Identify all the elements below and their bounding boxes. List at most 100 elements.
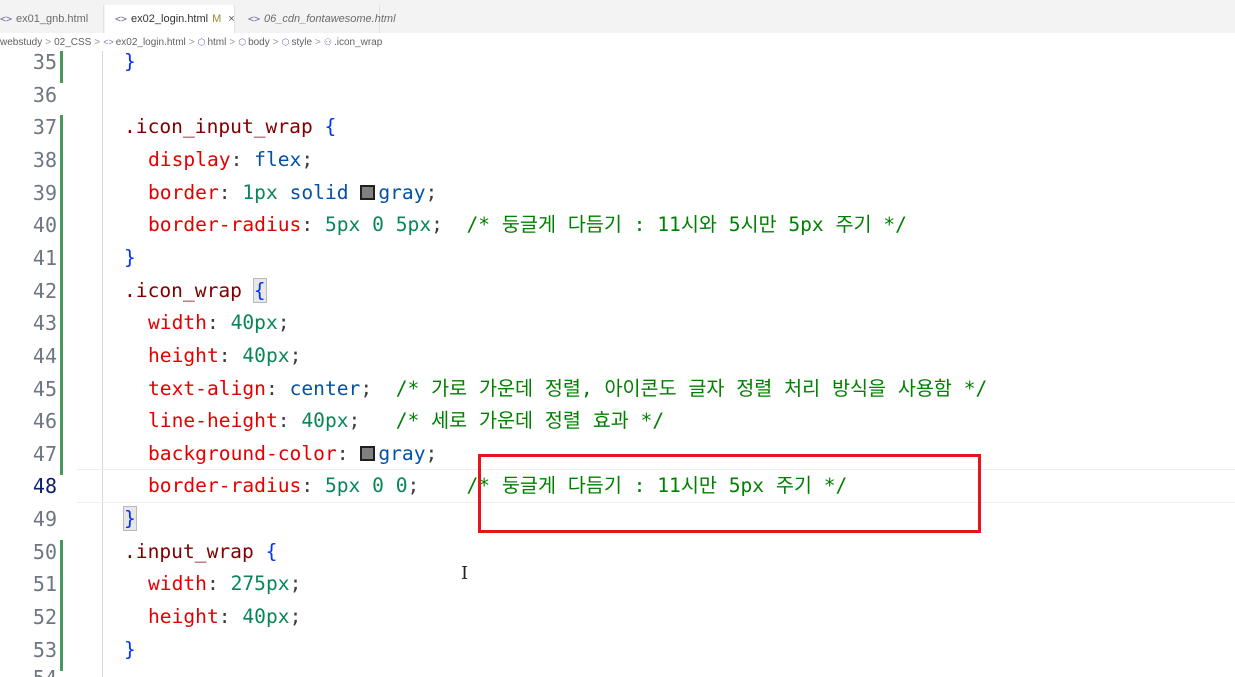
code-token: ; [348, 409, 396, 433]
code-text: } [123, 506, 137, 532]
code-token: .icon_input_wrap [124, 115, 325, 139]
code-text: width: 40px; [148, 312, 290, 334]
code-token: flex [254, 147, 302, 171]
code-token: .icon_wrap [124, 278, 254, 302]
chevron-right-icon: > [94, 37, 101, 48]
code-token: : [230, 147, 255, 171]
modified-line-gutter-marker [60, 180, 63, 214]
html-file-icon: <> [103, 37, 114, 47]
modified-line-gutter-marker [60, 539, 63, 573]
code-token: { [252, 277, 267, 303]
html-file-icon: <> [248, 14, 261, 25]
code-line[interactable]: 45 text-align: center; /* 가로 가운데 정렬, 아이콘도… [0, 376, 1235, 411]
breadcrumb-item[interactable]: .icon_wrap [334, 37, 382, 48]
element-icon: ⬡ [197, 37, 206, 47]
code-token: height [148, 343, 219, 367]
code-line[interactable]: 40 border-radius: 5px 0 5px; /* 둥글게 다듬기 :… [0, 213, 1235, 247]
chevron-right-icon: > [45, 37, 52, 48]
code-line[interactable]: 37 .icon_input_wrap { [0, 115, 1235, 149]
code-text: width: 275px; [148, 573, 301, 595]
line-number: 49 [32, 507, 57, 532]
code-text: } [124, 51, 136, 73]
tab-ex02-login[interactable]: <> ex02_login.html M × [105, 5, 235, 33]
modified-line-gutter-marker [60, 213, 63, 247]
code-line[interactable]: 44 height: 40px; [0, 343, 1235, 378]
code-line[interactable]: 38 display: flex; [0, 147, 1235, 182]
code-token: } [123, 506, 137, 532]
line-number: 54 [0, 667, 57, 677]
breadcrumb-item[interactable]: html [207, 37, 226, 48]
code-token: : [301, 474, 325, 498]
modified-line-gutter-marker [60, 147, 63, 181]
code-editor[interactable]: 35} 36 37 .icon_input_wrap {38 display: flex… [0, 51, 1235, 677]
code-token: gray [378, 180, 426, 204]
breadcrumb-item[interactable]: webstudy [0, 37, 42, 48]
code-token: ; [425, 441, 438, 465]
code-token: 5px 0 0 [324, 474, 408, 498]
code-line[interactable]: 53} [0, 637, 1235, 672]
tab-label: ex02_login.html [131, 13, 209, 25]
code-token: } [124, 51, 136, 73]
code-line[interactable]: 52 height: 40px; [0, 605, 1235, 639]
code-text: text-align: center; /* 가로 가운데 정렬, 아이콘도 글… [148, 376, 988, 400]
line-number: 39 [32, 180, 57, 205]
color-swatch-icon[interactable] [360, 445, 376, 461]
line-number: 50 [32, 539, 57, 564]
code-line[interactable]: 46 line-height: 40px; /* 세로 가운데 정렬 효과 */ [0, 409, 1235, 443]
code-token: : [336, 441, 361, 465]
breadcrumb-item[interactable]: 02_CSS [54, 37, 91, 48]
code-token: ; [289, 343, 302, 367]
tab-06-cdn-fontawesome[interactable]: <> 06_cdn_fontawesome.html [236, 5, 396, 33]
code-token: border-radius [148, 474, 302, 498]
code-token: width [148, 311, 207, 335]
code-line[interactable]: 35} [0, 51, 1235, 84]
code-line[interactable]: 43 width: 40px; [0, 311, 1235, 345]
code-line[interactable]: 42 .icon_wrap { [0, 277, 1235, 313]
code-text: background-color: gray; [148, 441, 438, 465]
color-swatch-icon[interactable] [360, 184, 376, 200]
code-line[interactable]: 39 border: 1px solid gray; [0, 180, 1235, 215]
line-number: 42 [32, 278, 57, 303]
editor-tab-bar: <> ex01_gnb.html <> ex02_login.html M × <> 06… [0, 0, 1235, 34]
chevron-right-icon: > [272, 37, 279, 48]
code-text: height: 40px; [148, 343, 302, 367]
code-token: width [148, 572, 207, 596]
code-text: line-height: 40px; /* 세로 가운데 정렬 효과 */ [148, 410, 664, 432]
element-icon: ⬡ [281, 37, 290, 47]
code-token: border-radius [148, 213, 302, 237]
modified-line-gutter-marker [60, 115, 63, 149]
modified-line-gutter-marker [60, 409, 63, 443]
code-token: text-align [148, 376, 266, 400]
code-line[interactable]: 41} [0, 245, 1235, 280]
breadcrumb-item[interactable]: style [291, 37, 312, 48]
tab-ex01-gnb[interactable]: <> ex01_gnb.html [0, 5, 104, 33]
modified-line-gutter-marker [60, 572, 63, 606]
css-selector-icon: ⚇ [323, 37, 332, 47]
html-file-icon: <> [115, 14, 128, 25]
modified-indicator: M [212, 13, 222, 25]
code-token: ; [425, 180, 438, 204]
code-token: { [324, 115, 337, 139]
code-token: /* 둥글게 다듬기 : 11시와 5시만 5px 주기 */ [466, 213, 907, 237]
code-text: .icon_wrap { [124, 277, 267, 303]
breadcrumb-item[interactable]: body [248, 37, 270, 48]
close-icon[interactable]: × [228, 13, 234, 25]
code-token: ; [277, 311, 290, 335]
code-text: border: 1px solid gray; [148, 180, 438, 204]
code-token: line-height [148, 409, 278, 433]
code-line[interactable]: 36 [0, 84, 1235, 117]
line-number: 52 [32, 605, 57, 630]
code-line[interactable]: 51 width: 275px; [0, 572, 1235, 606]
modified-line-gutter-marker [60, 278, 63, 312]
code-token: ; [301, 147, 314, 171]
code-token: ; [431, 213, 467, 237]
code-text: } [124, 246, 136, 269]
code-line[interactable]: 50 .input_wrap { [0, 539, 1235, 574]
breadcrumb-item[interactable]: ex02_login.html [116, 37, 186, 48]
code-token: 40px [242, 343, 290, 367]
code-token: center [289, 376, 361, 400]
code-token: /* 가로 가운데 정렬, 아이콘도 글자 정렬 처리 방식을 사용함 */ [395, 376, 988, 400]
tab-label: ex01_gnb.html [16, 13, 89, 25]
code-token: : [218, 343, 243, 367]
